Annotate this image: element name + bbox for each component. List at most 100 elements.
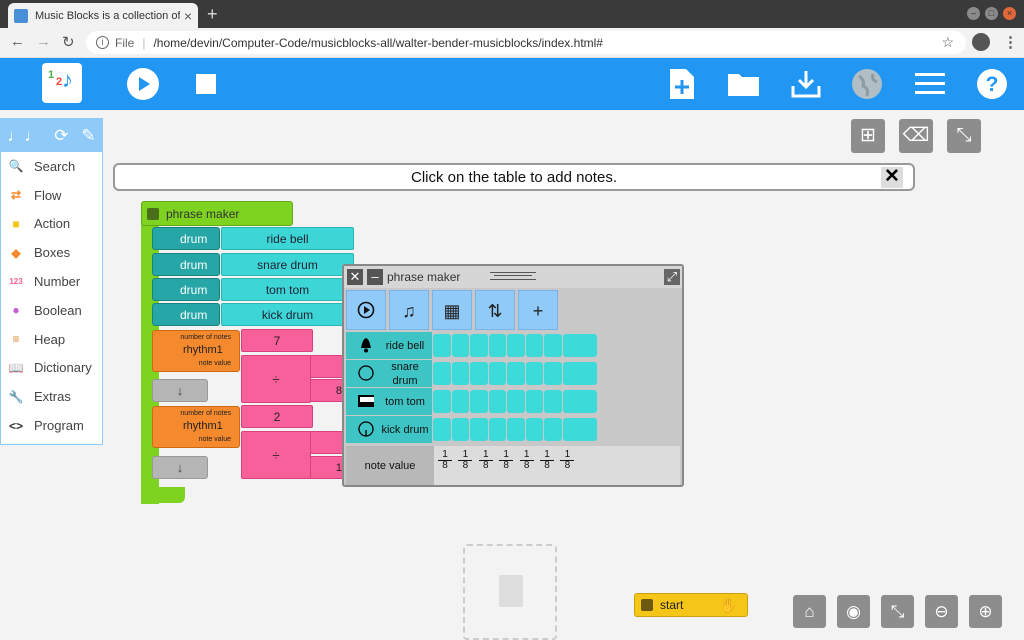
hamburger-menu-icon[interactable] <box>914 71 948 103</box>
note-cell[interactable] <box>433 334 451 357</box>
note-cell[interactable] <box>451 390 470 413</box>
note-cell[interactable] <box>562 334 597 357</box>
widget-play-button[interactable] <box>346 290 386 330</box>
open-folder-icon[interactable] <box>727 71 761 103</box>
music-blocks-logo[interactable]: 1 2 ♪ <box>42 63 82 103</box>
note-value-fraction[interactable]: 18 <box>519 450 534 471</box>
note-cell[interactable] <box>525 334 544 357</box>
note-cell[interactable] <box>488 362 507 385</box>
note-cell[interactable] <box>507 390 525 413</box>
note-value-fraction[interactable]: 18 <box>458 450 473 471</box>
site-info-icon[interactable]: i <box>96 36 109 49</box>
note-cell[interactable] <box>525 362 544 385</box>
widget-expand-icon[interactable]: ⤢ <box>664 269 680 285</box>
note-cell[interactable] <box>433 390 451 413</box>
drum-block[interactable]: drum <box>152 253 220 276</box>
minimize-window-icon[interactable]: – <box>967 7 980 20</box>
note-cell[interactable] <box>562 390 597 413</box>
music-palette-tab-icon[interactable]: ♩♩ <box>7 126 41 146</box>
drum-block[interactable]: drum <box>152 278 220 301</box>
new-tab-button[interactable]: + <box>207 4 218 25</box>
note-cell[interactable] <box>470 418 488 441</box>
collapse-blocks-icon[interactable]: ⤡ <box>881 595 914 628</box>
note-value-fraction[interactable]: 18 <box>478 450 493 471</box>
note-cell[interactable] <box>544 418 562 441</box>
drum-block[interactable]: drum <box>152 303 220 326</box>
clear-eraser-icon[interactable]: ⌫ <box>899 119 933 153</box>
note-cell[interactable] <box>507 362 525 385</box>
note-cell[interactable] <box>451 418 470 441</box>
drum-name-block[interactable]: kick drum <box>221 303 354 326</box>
new-project-icon[interactable] <box>667 68 701 100</box>
home-icon[interactable]: ⌂ <box>793 595 826 628</box>
note-cell[interactable] <box>433 418 451 441</box>
save-download-icon[interactable] <box>790 69 824 101</box>
drum-name-block[interactable]: snare drum <box>221 253 354 276</box>
bookmark-star-icon[interactable]: ☆ <box>941 34 954 51</box>
grid-toggle-icon[interactable]: ⊞ <box>851 119 885 153</box>
zoom-out-icon[interactable]: ⊖ <box>925 595 958 628</box>
widget-add-button[interactable]: + <box>518 290 558 330</box>
rhythm-block[interactable]: number of notes rhythm1 note value <box>152 330 240 372</box>
note-cell[interactable] <box>470 390 488 413</box>
play-button[interactable] <box>127 68 161 100</box>
logic-palette-tab-icon[interactable]: ⟳ <box>54 126 68 146</box>
reload-icon[interactable]: ↻ <box>62 33 75 51</box>
widget-drag-handle[interactable] <box>490 272 536 280</box>
divide-block[interactable]: ÷ <box>241 431 311 479</box>
drum-name-block[interactable]: tom tom <box>221 278 354 301</box>
show-hide-blocks-eye-icon[interactable]: ◉ <box>837 595 870 628</box>
phrase-maker-block[interactable]: phrase maker <box>141 201 293 226</box>
palette-item-extras[interactable]: 🔧 Extras <box>1 382 102 411</box>
profile-avatar-icon[interactable] <box>972 33 990 51</box>
palette-item-search[interactable]: 🔍 Search <box>1 152 102 181</box>
note-value-fraction[interactable]: 18 <box>540 450 554 471</box>
palette-item-number[interactable]: 123 Number <box>1 267 102 296</box>
artwork-palette-tab-icon[interactable]: ✎ <box>81 126 95 146</box>
drum-name-block[interactable]: ride bell <box>221 227 354 250</box>
note-cell[interactable] <box>562 362 597 385</box>
forward-arrow-icon[interactable]: → <box>36 33 51 50</box>
note-cell[interactable] <box>488 390 507 413</box>
back-arrow-icon[interactable]: ← <box>10 33 25 50</box>
palette-item-program[interactable]: <> Program <box>1 411 102 440</box>
note-cell[interactable] <box>525 390 544 413</box>
note-cell[interactable] <box>525 418 544 441</box>
divide-block[interactable]: ÷ <box>241 355 311 403</box>
collapse-icon[interactable]: ⤡ <box>947 119 981 153</box>
note-cell[interactable] <box>507 334 525 357</box>
number-block[interactable] <box>310 431 346 454</box>
url-input[interactable]: i File | /home/devin/Computer-Code/music… <box>86 31 966 54</box>
number-block[interactable]: 2 <box>241 405 313 428</box>
help-icon[interactable]: ? <box>976 68 1010 100</box>
palette-item-dictionary[interactable]: 📖 Dictionary <box>1 354 102 383</box>
note-cell[interactable] <box>451 362 470 385</box>
stop-button[interactable] <box>190 68 224 100</box>
note-cell[interactable] <box>544 362 562 385</box>
palette-item-boolean[interactable]: ● Boolean <box>1 296 102 325</box>
palette-item-flow[interactable]: ⇄ Flow <box>1 181 102 210</box>
globe-icon[interactable] <box>851 68 885 100</box>
tab-close-icon[interactable]: × <box>184 8 192 24</box>
number-block[interactable]: 7 <box>241 329 313 352</box>
hidden-block[interactable]: ↓ <box>152 456 208 479</box>
number-block[interactable] <box>310 355 346 378</box>
palette-item-heap[interactable]: ≡ Heap <box>1 325 102 354</box>
note-cell[interactable] <box>451 334 470 357</box>
palette-item-action[interactable]: ■ Action <box>1 210 102 239</box>
widget-close-icon[interactable]: ✕ <box>347 269 363 285</box>
note-cell[interactable] <box>544 334 562 357</box>
widget-title-bar[interactable]: ✕ – phrase maker ⤢ <box>344 266 682 288</box>
widget-sort-button[interactable]: ⇅ <box>475 290 515 330</box>
note-value-fraction[interactable]: 18 <box>499 450 514 471</box>
note-cell[interactable] <box>488 418 507 441</box>
number-block[interactable]: 1 <box>310 456 346 479</box>
close-message-icon[interactable]: ✕ <box>881 167 903 188</box>
note-cell[interactable] <box>488 334 507 357</box>
rhythm-block[interactable]: number of notes rhythm1 note value <box>152 406 240 448</box>
start-block[interactable]: start ✋ <box>634 593 748 617</box>
browser-tab[interactable]: Music Blocks is a collection of to × <box>8 3 198 28</box>
note-cell[interactable] <box>544 390 562 413</box>
note-value-fraction[interactable]: 18 <box>560 450 575 471</box>
note-cell[interactable] <box>433 362 451 385</box>
